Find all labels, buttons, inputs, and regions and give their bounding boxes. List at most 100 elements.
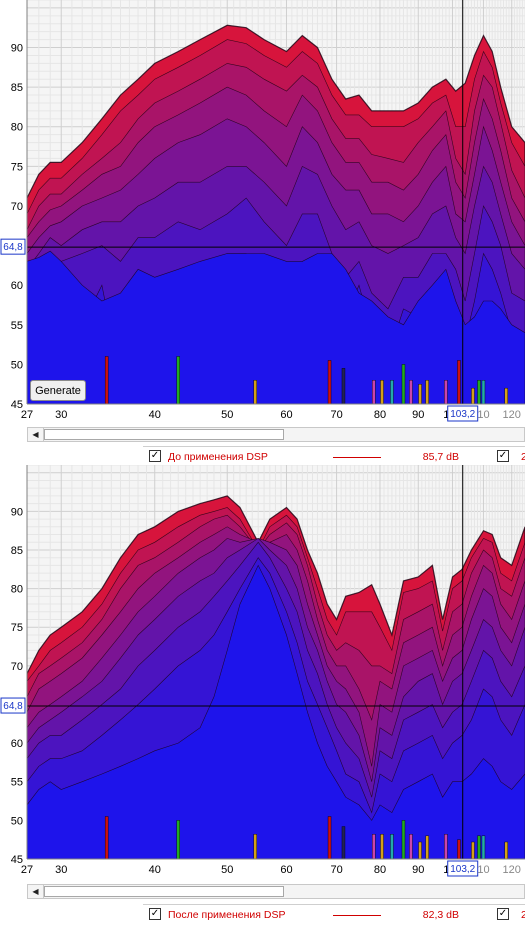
y-tick-label: 90 <box>11 43 23 55</box>
legend-value: 85,7 dB <box>422 451 459 463</box>
frequency-marker <box>477 380 481 405</box>
top-waterfall-chart: 4550556065707580859027304050607080901001… <box>0 0 525 424</box>
frequency-marker <box>444 380 448 405</box>
frequency-marker <box>457 360 461 405</box>
bottom-legend-bar: ✓ После применения DSP 82,3 dB ✓ 2 <box>143 904 525 925</box>
top-horizontal-scrollbar[interactable]: ◀ <box>27 427 525 442</box>
legend-checkbox[interactable]: ✓ <box>149 908 161 920</box>
top-legend-bar: ✓ До применения DSP 85,7 dB ✓ 2 <box>143 446 525 467</box>
legend-extra-label: 2 <box>521 451 525 463</box>
x-tick-label: 80 <box>374 409 386 421</box>
y-tick-label: 55 <box>11 777 23 789</box>
bottom-waterfall-panel: 4550556065707580859027304050607080901001… <box>0 465 525 929</box>
frequency-marker <box>253 834 257 860</box>
frequency-marker <box>481 835 486 860</box>
y-tick-label: 50 <box>11 815 23 827</box>
frequency-marker <box>418 383 422 405</box>
frequency-marker <box>401 364 406 405</box>
top-waterfall-panel: 4550556065707580859027304050607080901001… <box>0 0 525 470</box>
x-tick-label: 120 <box>503 864 521 876</box>
cursor-x-value: 103,2 <box>450 409 475 420</box>
frequency-marker <box>390 380 394 405</box>
legend-value: 82,3 dB <box>422 909 459 921</box>
x-tick-label: 40 <box>149 409 161 421</box>
y-tick-label: 50 <box>11 359 23 371</box>
scroll-thumb[interactable] <box>44 429 284 440</box>
frequency-marker <box>380 380 384 405</box>
y-tick-label: 60 <box>11 738 23 750</box>
frequency-marker <box>401 820 406 860</box>
x-tick-label: 60 <box>280 864 292 876</box>
x-tick-label: 30 <box>55 864 67 876</box>
x-tick-label: 50 <box>221 409 233 421</box>
y-tick-label: 55 <box>11 320 23 332</box>
cursor-y-value: 64,8 <box>3 701 23 712</box>
legend-label: После применения DSP <box>168 909 286 921</box>
frequency-marker <box>253 380 257 405</box>
scroll-thumb[interactable] <box>44 886 284 897</box>
frequency-marker <box>425 835 429 860</box>
generate-button[interactable]: Generate <box>30 380 86 401</box>
bottom-waterfall-chart: 4550556065707580859027304050607080901001… <box>0 465 525 879</box>
scroll-left-icon[interactable]: ◀ <box>28 428 44 441</box>
x-tick-label: 70 <box>330 409 342 421</box>
frequency-marker <box>390 834 394 860</box>
y-tick-label: 85 <box>11 545 23 557</box>
frequency-marker <box>327 360 332 405</box>
frequency-marker <box>372 380 376 405</box>
frequency-marker <box>409 380 413 405</box>
legend-checkbox[interactable]: ✓ <box>149 450 161 462</box>
frequency-marker <box>481 380 486 405</box>
y-tick-label: 70 <box>11 201 23 213</box>
y-tick-label: 90 <box>11 506 23 518</box>
y-tick-label: 80 <box>11 584 23 596</box>
x-tick-label: 90 <box>412 409 424 421</box>
x-tick-label: 27 <box>21 409 33 421</box>
frequency-marker <box>457 839 461 860</box>
y-tick-label: 60 <box>11 280 23 292</box>
frequency-marker <box>409 834 413 860</box>
x-tick-label: 80 <box>374 864 386 876</box>
x-tick-label: 27 <box>21 864 33 876</box>
frequency-marker <box>471 841 475 860</box>
frequency-marker <box>176 356 180 405</box>
legend-extra-label: 2 <box>521 909 525 921</box>
x-tick-label: 40 <box>149 864 161 876</box>
frequency-marker <box>418 841 422 860</box>
legend-line-swatch <box>333 915 381 916</box>
frequency-marker <box>341 368 346 405</box>
x-tick-label: 70 <box>330 864 342 876</box>
frequency-marker <box>471 387 475 405</box>
x-tick-label: 30 <box>55 409 67 421</box>
legend-label: До применения DSP <box>168 451 268 463</box>
frequency-marker <box>176 820 180 860</box>
legend-line-swatch <box>333 457 381 458</box>
bottom-horizontal-scrollbar[interactable]: ◀ <box>27 884 525 899</box>
scroll-left-icon[interactable]: ◀ <box>28 885 44 898</box>
legend-checkbox-2[interactable]: ✓ <box>497 908 509 920</box>
y-tick-label: 70 <box>11 661 23 673</box>
y-tick-label: 80 <box>11 122 23 134</box>
frequency-marker <box>372 834 376 860</box>
cursor-y-value: 64,8 <box>3 242 23 253</box>
x-tick-label: 50 <box>221 864 233 876</box>
frequency-marker <box>341 826 346 860</box>
x-tick-label: 90 <box>412 864 424 876</box>
frequency-marker <box>104 816 109 860</box>
frequency-marker <box>504 387 508 405</box>
y-tick-label: 75 <box>11 161 23 173</box>
x-tick-label: 10 <box>477 864 489 876</box>
frequency-marker <box>380 834 384 860</box>
frequency-marker <box>104 356 109 405</box>
frequency-marker <box>504 841 508 860</box>
y-tick-label: 75 <box>11 622 23 634</box>
y-tick-label: 85 <box>11 82 23 94</box>
frequency-marker <box>327 816 332 860</box>
frequency-marker <box>477 835 481 860</box>
frequency-marker <box>444 834 448 860</box>
x-tick-label: 60 <box>280 409 292 421</box>
x-tick-label: 120 <box>503 409 521 421</box>
frequency-marker <box>425 380 429 405</box>
legend-checkbox-2[interactable]: ✓ <box>497 450 509 462</box>
x-tick-label: 10 <box>477 409 489 421</box>
